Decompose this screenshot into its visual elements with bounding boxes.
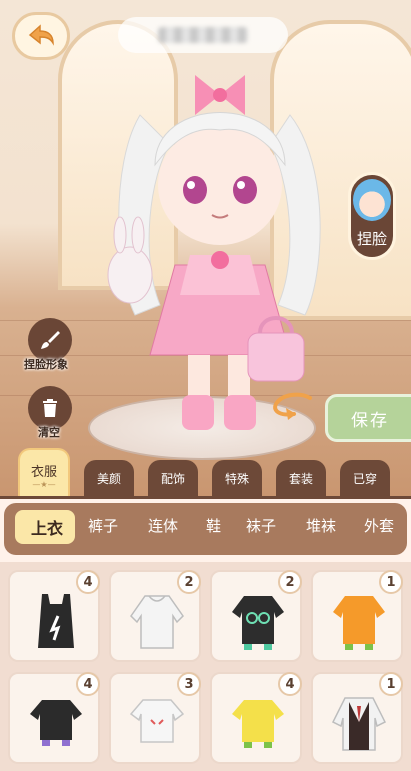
- item-card[interactable]: 1: [311, 570, 403, 662]
- item-card[interactable]: 4: [8, 570, 100, 662]
- tab-sets[interactable]: 套装: [276, 460, 326, 496]
- pinch-face-label: 捏脸形象: [24, 358, 68, 371]
- tab-beauty[interactable]: 美颜: [84, 460, 134, 496]
- item-card[interactable]: 1: [311, 672, 403, 764]
- save-button[interactable]: 保存: [325, 394, 411, 442]
- brush-icon: [41, 331, 60, 349]
- tab-clothes[interactable]: 衣服 —★—: [18, 448, 70, 500]
- tab-ornament: —★—: [32, 480, 56, 489]
- rotate-arrow-icon[interactable]: [270, 390, 314, 420]
- trash-icon: [43, 399, 57, 417]
- face-edit-label: 捏脸: [356, 230, 387, 248]
- subtab-coat[interactable]: 外套: [364, 515, 394, 536]
- subtab-pants[interactable]: 裤子: [88, 515, 118, 536]
- black-crop-top-icon: [30, 700, 82, 746]
- category-tab-bar: 衣服 —★— 美颜 配饰 特殊 套装 已穿: [0, 448, 411, 500]
- clear-label: 清空: [38, 426, 60, 439]
- blurred-name: [158, 27, 248, 43]
- item-count-badge: 1: [379, 672, 403, 696]
- item-count-badge: 4: [76, 672, 100, 696]
- tab-accessories[interactable]: 配饰: [148, 460, 198, 496]
- school-uniform-icon: [331, 697, 387, 751]
- subtab-socks[interactable]: 袜子: [246, 515, 276, 536]
- face-edit-button[interactable]: 捏脸: [348, 172, 396, 260]
- item-count-badge: 3: [177, 672, 201, 696]
- subtab-leg-warmers[interactable]: 堆袜: [306, 515, 336, 536]
- character-name-field[interactable]: [118, 17, 288, 53]
- item-card[interactable]: 3: [109, 672, 201, 764]
- tab-special[interactable]: 特殊: [212, 460, 262, 496]
- item-count-badge: 4: [278, 672, 302, 696]
- black-tshirt-icon: [232, 596, 284, 650]
- item-count-badge: 2: [278, 570, 302, 594]
- tab-worn[interactable]: 已穿: [340, 460, 390, 496]
- subtab-jumpsuit[interactable]: 连体: [148, 515, 178, 536]
- save-label: 保存: [351, 410, 389, 431]
- item-card[interactable]: 4: [210, 672, 302, 764]
- item-card[interactable]: 2: [109, 570, 201, 662]
- face-avatar-icon: [353, 179, 391, 221]
- item-card[interactable]: 2: [210, 570, 302, 662]
- yellow-tshirt-icon: [232, 700, 284, 748]
- item-count-badge: 1: [379, 570, 403, 594]
- subtab-shoes[interactable]: 鞋: [206, 515, 221, 536]
- item-count-badge: 4: [76, 570, 100, 594]
- white-hoodie-icon: [130, 595, 184, 649]
- orange-tshirt-icon: [333, 596, 385, 650]
- back-button[interactable]: [12, 12, 70, 60]
- back-arrow-icon: [28, 24, 54, 46]
- white-tshirt-icon: [129, 699, 185, 743]
- black-tank-top-icon: [38, 594, 74, 648]
- subtab-tops[interactable]: 上衣: [31, 515, 63, 539]
- item-card[interactable]: 4: [8, 672, 100, 764]
- item-count-badge: 2: [177, 570, 201, 594]
